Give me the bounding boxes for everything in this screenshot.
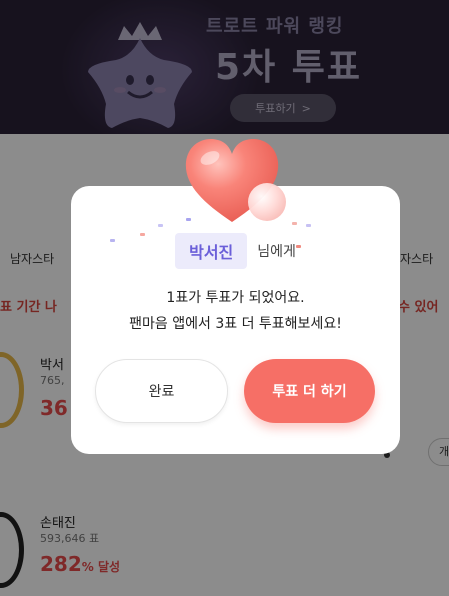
confetti (306, 224, 311, 227)
candidate-name-suffix: 님에게 (257, 244, 296, 260)
candidate-row: 박서진 님에게 (71, 233, 400, 269)
done-button[interactable]: 완료 (95, 359, 228, 423)
confetti (296, 245, 301, 248)
vote-complete-message: 1표가 투표가 되었어요. (166, 290, 305, 306)
extra-vote-message: 팬마음 앱에서 3표 더 투표해보세요! (129, 316, 342, 332)
confetti (140, 233, 145, 236)
candidate-name: 박서진 (175, 233, 248, 269)
bubble-decoration (248, 183, 286, 221)
confetti (110, 239, 115, 242)
confetti (158, 224, 163, 227)
vote-complete-modal: 박서진 님에게 1표가 투표가 되었어요. 팬마음 앱에서 3표 더 투표해보세… (71, 186, 400, 454)
confetti (292, 222, 297, 225)
vote-more-button[interactable]: 투표 더 하기 (244, 359, 375, 423)
